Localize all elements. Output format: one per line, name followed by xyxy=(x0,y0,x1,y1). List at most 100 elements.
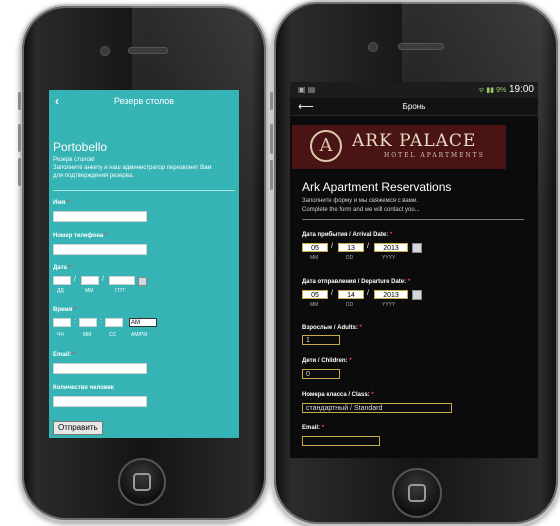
time-label: Время * xyxy=(53,307,77,313)
time-hint-second: СС xyxy=(109,332,117,338)
status-bar: ▣ ▤ ᯤ ▮▮ 9% 19:00 xyxy=(290,82,538,98)
hotel-name: Ark Palace xyxy=(352,131,477,151)
volume-down-button xyxy=(18,158,21,186)
divider xyxy=(53,190,235,191)
calendar-icon[interactable] xyxy=(412,243,422,253)
calendar-icon[interactable] xyxy=(138,277,147,286)
date-hint-year: YYYY xyxy=(382,255,396,261)
divider xyxy=(302,219,524,220)
arrival-year-input[interactable]: 2013 xyxy=(374,243,408,252)
time-separator: : xyxy=(100,318,102,325)
intro-line: Заполните анкету и наш администратор пер… xyxy=(53,165,212,171)
date-hint-day: DD xyxy=(346,255,354,261)
date-year-input[interactable] xyxy=(109,276,135,285)
camera-icon xyxy=(368,42,378,52)
submit-button[interactable]: Отправить xyxy=(53,421,103,435)
status-time: 19:00 xyxy=(508,84,534,95)
time-hint-hour: ЧЧ xyxy=(57,332,64,338)
guests-input[interactable] xyxy=(53,396,147,407)
arrival-label: Дата прибытия / Arrival Date: * xyxy=(302,232,393,238)
class-label: Номера класса / Class: * xyxy=(302,392,374,398)
departure-day-input[interactable]: 14 xyxy=(338,290,364,299)
date-hint-day: ДД xyxy=(57,288,64,294)
hotel-reservation-screen: ▣ ▤ ᯤ ▮▮ 9% 19:00 ⟵ Бронь A Ark Palace H… xyxy=(290,82,538,458)
action-bar: ⟵ Бронь xyxy=(290,98,538,116)
class-select[interactable]: стандартный / Standard xyxy=(302,403,452,413)
email-input[interactable] xyxy=(53,363,147,374)
date-separator: / xyxy=(74,276,76,283)
mute-switch xyxy=(18,92,21,110)
intro-line: Complete the form and we will contact yo… xyxy=(302,207,420,213)
volume-down-button xyxy=(270,160,273,190)
form-intro: Заполните форму и мы свяжемся с вами. Co… xyxy=(302,197,420,215)
adults-input[interactable]: 1 xyxy=(302,335,340,345)
action-bar-title: Бронь xyxy=(402,102,426,111)
guests-label: Количество человек xyxy=(53,385,114,391)
date-hint-month: MM xyxy=(310,255,319,261)
date-separator: / xyxy=(367,243,369,250)
time-second-input[interactable] xyxy=(105,318,123,327)
volume-up-button xyxy=(270,124,273,154)
name-input[interactable] xyxy=(53,211,147,222)
time-hint-minute: ММ xyxy=(83,332,92,338)
hotel-subtitle: HOTEL APARTMENTS xyxy=(384,152,485,159)
home-button-icon[interactable] xyxy=(118,458,166,506)
date-hint-month: MM xyxy=(310,302,319,308)
date-month-input[interactable] xyxy=(81,276,99,285)
departure-month-input[interactable]: 05 xyxy=(302,290,328,299)
hotel-banner: A Ark Palace HOTEL APARTMENTS xyxy=(292,125,506,169)
intro-line: для подтверждения резерва. xyxy=(53,173,134,179)
calendar-icon[interactable] xyxy=(412,290,422,300)
ampm-input[interactable]: AM xyxy=(129,318,157,327)
phone-right: ▣ ▤ ᯤ ▮▮ 9% 19:00 ⟵ Бронь A Ark Palace H… xyxy=(270,0,560,526)
hotel-logo-emblem: A xyxy=(310,130,342,162)
reservation-screen: ‹ Резерв столов Portobello Резерв столов… xyxy=(49,90,239,438)
signal-battery-icon: ᯤ ▮▮ 9% xyxy=(478,87,507,94)
departure-year-input[interactable]: 2013 xyxy=(374,290,408,299)
adults-label: Взрослые / Adults: * xyxy=(302,325,362,331)
header-title: Резерв столов xyxy=(113,96,175,106)
intro-line: Заполните форму и мы свяжемся с вами. xyxy=(302,198,418,204)
email-input[interactable] xyxy=(302,436,380,446)
time-minute-input[interactable] xyxy=(79,318,97,327)
date-hint-day: DD xyxy=(346,302,354,308)
camera-icon xyxy=(100,46,110,56)
date-day-input[interactable] xyxy=(53,276,71,285)
departure-label: Дата отправления / Departure Date: * xyxy=(302,279,411,285)
notification-icons: ▣ ▤ xyxy=(298,85,316,94)
speaker-icon xyxy=(398,43,444,50)
home-button-icon[interactable] xyxy=(392,468,442,518)
arrival-month-input[interactable]: 05 xyxy=(302,243,328,252)
date-separator: / xyxy=(367,290,369,297)
intro-line: Резерв столов! xyxy=(53,157,95,163)
phone-left: ‹ Резерв столов Portobello Резерв столов… xyxy=(18,4,268,522)
time-hint-ampm: AM/PM xyxy=(131,332,148,338)
email-label: Email: * xyxy=(302,425,325,431)
name-label: Имя * xyxy=(53,200,70,206)
date-separator: / xyxy=(102,276,104,283)
speaker-icon xyxy=(128,47,168,54)
time-hour-input[interactable] xyxy=(53,318,71,327)
form-title: Ark Apartment Reservations xyxy=(302,180,452,194)
volume-up-button xyxy=(18,124,21,152)
date-hint-month: ММ xyxy=(85,288,94,294)
date-hint-year: YYYY xyxy=(382,302,396,308)
date-separator: / xyxy=(331,243,333,250)
children-input[interactable]: 0 xyxy=(302,369,340,379)
home-square xyxy=(133,473,151,491)
status-indicators: ᯤ ▮▮ 9% 19:00 xyxy=(478,84,534,95)
time-separator: : xyxy=(74,318,76,325)
children-label: Дети / Children: * xyxy=(302,358,352,364)
mute-switch xyxy=(270,92,273,110)
venue-name: Portobello xyxy=(53,140,108,154)
email-label: Email: * xyxy=(53,352,76,358)
arrival-day-input[interactable]: 13 xyxy=(338,243,364,252)
phone-label: Номер телефона * xyxy=(53,233,108,239)
date-separator: / xyxy=(331,290,333,297)
app-header: ‹ Резерв столов xyxy=(49,90,239,112)
date-label: Дата * xyxy=(53,265,71,271)
intro-text: Резерв столов! Заполните анкету и наш ад… xyxy=(53,156,239,180)
phone-input[interactable] xyxy=(53,244,147,255)
home-square xyxy=(408,484,426,502)
date-hint-year: ГГГГ xyxy=(115,288,126,294)
